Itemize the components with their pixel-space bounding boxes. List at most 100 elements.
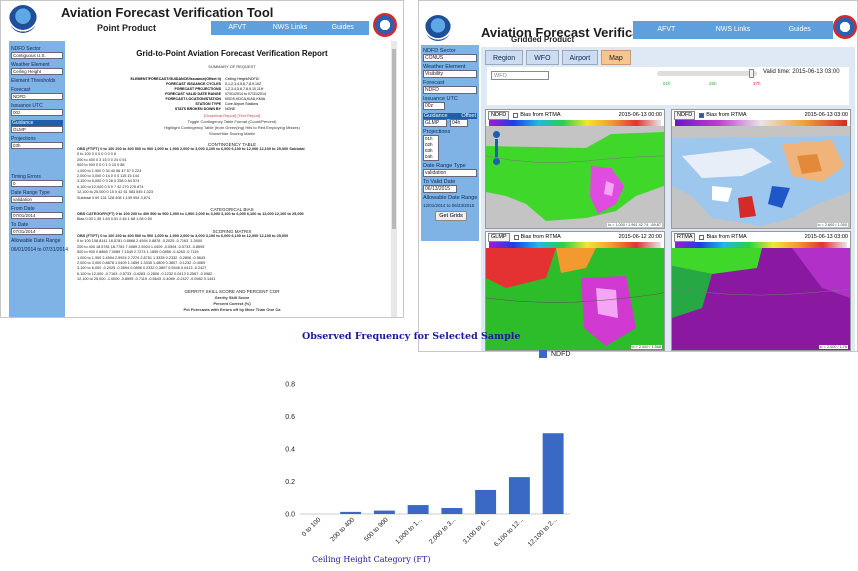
map-view[interactable]: lo = 2.600 / 1.000 bbox=[672, 126, 850, 228]
bar-mark bbox=[508, 477, 530, 514]
sidebar-label-allowable: Allowable Date Range bbox=[11, 238, 61, 244]
point-report: Grid-to-Point Aviation Forecast Verifica… bbox=[67, 41, 397, 317]
zoom-in-icon[interactable] bbox=[492, 131, 500, 138]
skill-title: GERRITY SKILL SCORE AND PERCENT COR bbox=[184, 288, 280, 294]
panel-model-select[interactable]: RTMA bbox=[674, 232, 696, 242]
panel-header: NDFD Bias from RTMA 2015-06-13 03:00 bbox=[672, 110, 850, 120]
bias-label: Bias from RTMA bbox=[706, 234, 747, 240]
panel-time: 2015-06-12 20:00 bbox=[618, 234, 662, 240]
report-title: Grid-to-Point Aviation Forecast Verifica… bbox=[136, 49, 328, 58]
toggle-format-note[interactable]: Toggle Contingency Table Format (Count/P… bbox=[67, 119, 397, 124]
text-report-link[interactable]: [Text Report] bbox=[237, 113, 260, 118]
scoring-table: OBS (FT/FT) 0 to 100 200 to 400 500 to 9… bbox=[67, 234, 397, 283]
scrollbar-thumb[interactable] bbox=[392, 49, 396, 229]
issuance-select[interactable]: 00z bbox=[423, 102, 445, 110]
ndfd-sector-select[interactable]: CONUS bbox=[423, 54, 477, 62]
zoom-out-icon[interactable] bbox=[492, 158, 500, 165]
y-tick-label: 0.2 bbox=[285, 479, 295, 486]
map-svg[interactable] bbox=[672, 126, 850, 228]
to-valid-date-input[interactable]: 06/13/2015 bbox=[423, 185, 457, 193]
bias-checkbox[interactable]: Bias from RTMA bbox=[513, 234, 561, 240]
point-sidebar: NDFD Sector Contiguous U.S. Weather Elem… bbox=[9, 41, 68, 317]
get-grids-button[interactable]: Get Grids bbox=[435, 211, 467, 221]
panel-time: 2015-06-13 03:00 bbox=[804, 234, 848, 240]
bias-label: Bias from RTMA bbox=[520, 112, 561, 118]
checkbox-checked-icon[interactable] bbox=[699, 112, 705, 118]
label-issuance: Issuance UTC bbox=[423, 96, 458, 102]
summary-table: ELEMENT/FORECAST/GUIDANCE/Issuance(Offse… bbox=[67, 77, 397, 112]
y-tick-label: 0.8 bbox=[285, 382, 295, 389]
tab-wfo[interactable]: WFO bbox=[526, 50, 559, 65]
point-tab-nws-links[interactable]: NWS Links bbox=[264, 21, 317, 35]
to-date-input[interactable]: 07/31/2014 bbox=[11, 228, 63, 235]
map-svg[interactable] bbox=[672, 248, 850, 350]
highlight-note[interactable]: Highlight Contingency Table (from Green(… bbox=[67, 125, 397, 130]
x-axis-label: Ceiling Height Category (FT) bbox=[312, 555, 431, 564]
gridded-tab-afvt[interactable]: AFVT bbox=[633, 21, 700, 39]
bias-checkbox[interactable]: Bias from RTMA bbox=[699, 234, 747, 240]
issuance-select[interactable]: 00z bbox=[11, 109, 63, 116]
checkbox-icon[interactable] bbox=[513, 112, 519, 118]
forecast-select[interactable]: NDFD bbox=[423, 86, 477, 94]
point-app-title: Aviation Forecast Verification Tool bbox=[61, 5, 274, 20]
panel-header: RTMA Bias from RTMA 2015-06-13 03:00 bbox=[672, 232, 850, 242]
date-range-select[interactable]: validation bbox=[423, 169, 477, 177]
projection-option[interactable]: 04h bbox=[425, 154, 438, 160]
zoom-control[interactable] bbox=[489, 130, 503, 165]
label-allowable: Allowable Date Range bbox=[423, 195, 478, 201]
element-select[interactable]: Ceiling Height bbox=[11, 68, 63, 75]
offset-select[interactable]: 04h bbox=[450, 119, 468, 127]
projections-list[interactable]: 01h 02h 03h 04h bbox=[423, 135, 439, 161]
wfo-input[interactable]: WFO bbox=[491, 71, 549, 80]
map-view[interactable]: lo = 2.000 / 1.76 bbox=[672, 248, 850, 350]
checkbox-icon[interactable] bbox=[699, 234, 705, 240]
slider-handle[interactable] bbox=[749, 69, 754, 78]
checkbox-icon[interactable] bbox=[513, 234, 519, 240]
from-date-input[interactable]: 07/01/2014 bbox=[11, 212, 63, 219]
scoring-toggle-note[interactable]: Show/Hide Scoring Matrix bbox=[67, 131, 397, 136]
timing-select[interactable]: 0 bbox=[11, 180, 63, 187]
bias-checkbox[interactable]: Bias from RTMA bbox=[699, 112, 747, 118]
skill-table: Gerrity Skill Score Percent Correct (%) Pc… bbox=[67, 295, 397, 312]
summary-row: STATS BROKEN DOWN BY NONE bbox=[67, 107, 397, 112]
tab-map[interactable]: Map bbox=[601, 50, 631, 65]
sector-select[interactable]: Contiguous U.S. bbox=[11, 52, 63, 59]
noaa-logo-icon bbox=[9, 5, 37, 33]
map-svg[interactable] bbox=[486, 126, 664, 228]
date-range-select[interactable]: validation bbox=[11, 196, 63, 203]
graphical-report-link[interactable]: [Graphical Report] bbox=[204, 113, 236, 118]
panel-model-select[interactable]: NDFD bbox=[674, 110, 696, 120]
report-scrollbar[interactable] bbox=[391, 41, 397, 317]
bar-mark bbox=[340, 511, 362, 514]
projections-select[interactable]: 03h bbox=[11, 142, 63, 149]
nws-logo-icon bbox=[373, 13, 397, 37]
bar-mark bbox=[373, 510, 395, 514]
projection-list bbox=[11, 149, 63, 171]
bias-label: Bias from RTMA bbox=[520, 234, 561, 240]
zoom-bar[interactable] bbox=[494, 139, 498, 157]
gridded-tab-nws-links[interactable]: NWS Links bbox=[700, 21, 767, 39]
forecast-select[interactable]: NDFD bbox=[11, 93, 63, 100]
x-tick-label: 500 to 900 bbox=[363, 516, 390, 543]
chart-title: Observed Frequency for Selected Sample bbox=[302, 331, 521, 342]
panel-time: 2015-06-13 03:00 bbox=[804, 112, 848, 118]
map-view[interactable]: lo = 1.000 / 1.961 42.74, -69.87 bbox=[486, 126, 664, 228]
guidance-select[interactable]: GLMP bbox=[423, 119, 447, 127]
time-slider[interactable] bbox=[657, 69, 757, 78]
skill-row: Pct Forecasts with Errors off by More Th… bbox=[183, 306, 281, 312]
categorical-row: Bias 0.00 1.35 1.63 0.51 2.46 1.68 1.08 … bbox=[77, 217, 152, 222]
coord-readout: lo = 1.000 / 1.961 42.74, -69.87 bbox=[607, 223, 662, 227]
weather-element-select[interactable]: Visibility bbox=[423, 70, 477, 78]
gridded-tab-guides[interactable]: Guides bbox=[766, 21, 833, 39]
gridded-sidebar: NDFD Sector CONUS Weather Element Visibi… bbox=[421, 45, 479, 241]
tab-region[interactable]: Region bbox=[485, 50, 524, 65]
contingency-table: OBS (FT/FT) 0 to 100 200 to 400 500 to 9… bbox=[67, 147, 397, 201]
point-tab-afvt[interactable]: AFVT bbox=[211, 21, 264, 35]
panel-model-select[interactable]: GLMP bbox=[488, 232, 510, 242]
guidance-select[interactable]: GLMP bbox=[11, 126, 63, 133]
bias-checkbox[interactable]: Bias from RTMA bbox=[513, 112, 561, 118]
panel-model-select[interactable]: NDFD bbox=[488, 110, 510, 120]
contingency-row: Subtotal 0 69 131 128 408 1,139 954 3,87… bbox=[77, 195, 151, 200]
tab-airport[interactable]: Airport bbox=[561, 50, 599, 65]
point-tab-guides[interactable]: Guides bbox=[316, 21, 369, 35]
